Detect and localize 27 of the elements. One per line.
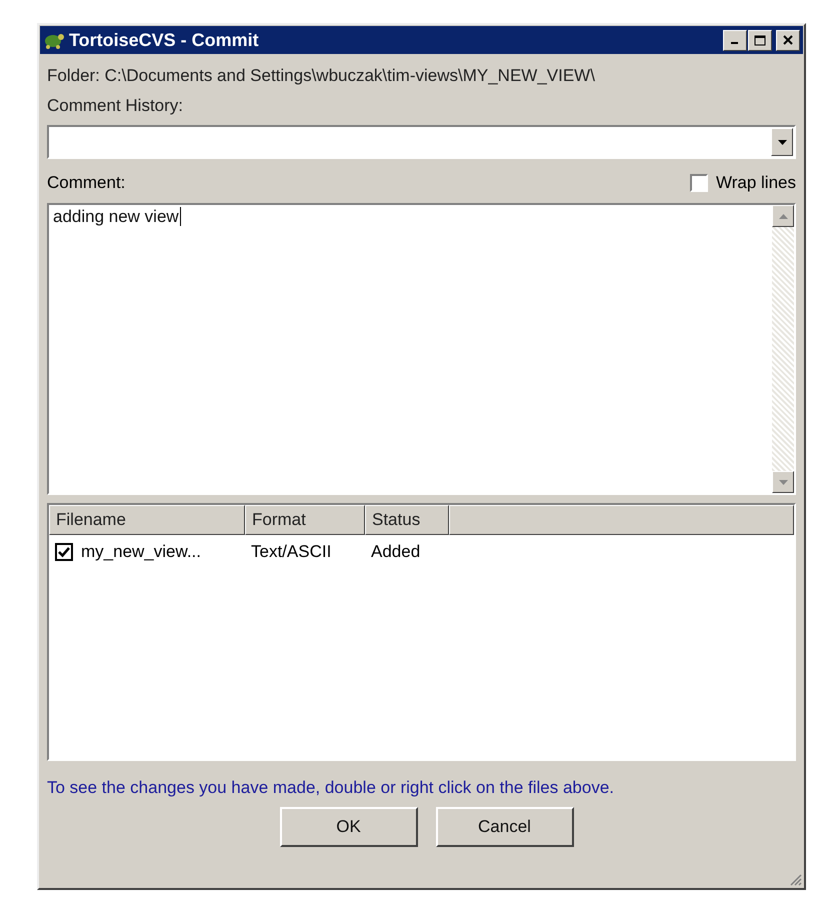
scroll-down-icon[interactable] — [772, 471, 794, 493]
maximize-icon[interactable] — [754, 34, 766, 46]
hint-text: To see the changes you have made, double or right click on the files above. — [47, 777, 616, 799]
column-header[interactable]: Filename — [49, 505, 245, 535]
table-cell: my_new_view... — [81, 542, 201, 562]
dialog-button[interactable]: Cancel — [436, 807, 574, 847]
scroll-up-icon[interactable] — [772, 205, 794, 227]
window-title: TortoiseCVS - Commit — [69, 30, 260, 50]
maximize-button[interactable] — [748, 30, 772, 50]
resize-grip-icon[interactable] — [788, 872, 802, 886]
folder-path: Folder: C:\Documents and Settings\wbuczak\tim-views\MY_NEW_VIEW\ — [47, 65, 596, 87]
comment-history-dropdown[interactable] — [47, 125, 796, 159]
comment-label: Comment: — [47, 173, 126, 193]
column-header[interactable]: Status — [365, 505, 449, 535]
minimize-button[interactable] — [723, 30, 747, 50]
scrollbar[interactable] — [772, 205, 794, 493]
checkbox[interactable] — [690, 174, 708, 192]
table-cell: Text/ASCII — [251, 542, 332, 562]
checkbox[interactable] — [55, 543, 73, 561]
comment-history-label: Comment History: — [47, 95, 184, 117]
dialog-button[interactable]: OK — [280, 807, 418, 847]
comment-field[interactable]: adding new view — [47, 203, 796, 495]
close-button[interactable] — [776, 30, 800, 50]
table-cell: Added — [371, 542, 420, 562]
close-icon[interactable] — [783, 35, 793, 45]
column-header[interactable]: Format — [245, 505, 365, 535]
wrap-lines-label[interactable]: Wrap lines — [716, 173, 796, 193]
